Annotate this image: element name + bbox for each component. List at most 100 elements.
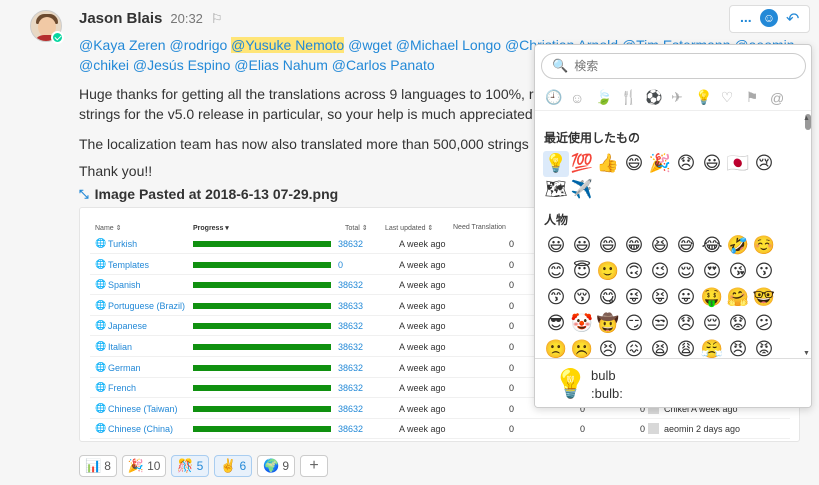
emoji-item[interactable]: 😊 (543, 259, 569, 285)
language-link[interactable]: Turkish (108, 239, 137, 249)
mention[interactable]: @rodrigo (169, 37, 227, 53)
emoji-item[interactable]: 😏 (621, 311, 647, 337)
reaction[interactable]: 🎉 10 (121, 455, 167, 477)
add-reaction-button[interactable]: + (300, 455, 329, 477)
emoji-item[interactable]: 🤑 (699, 285, 725, 311)
flag-icon[interactable]: ⚐ (211, 11, 223, 27)
scroll-down-icon[interactable]: ▼ (803, 350, 810, 357)
mention-highlighted[interactable]: @Yusuke Nemoto (231, 37, 345, 53)
mention[interactable]: @wget (348, 37, 392, 53)
attachment-title[interactable]: ⤡ Image Pasted at 2018-6-13 07-29.png (79, 186, 338, 202)
emoji-item[interactable]: 💯 (569, 151, 595, 177)
emoji-category-tab[interactable]: ⚽ (645, 89, 662, 106)
emoji-item[interactable]: ☺️ (751, 233, 777, 259)
reaction[interactable]: ✌ 6 (214, 455, 253, 477)
language-link[interactable]: Spanish (108, 280, 141, 290)
collapse-icon[interactable]: ⤡ (79, 187, 89, 202)
reaction[interactable]: 🌍 9 (257, 455, 296, 477)
more-actions-button[interactable]: ... (740, 9, 752, 25)
total-count[interactable]: 38632 (338, 383, 363, 393)
reply-icon[interactable]: ↶ (786, 9, 799, 29)
emoji-category-tab[interactable]: @ (770, 90, 784, 106)
emoji-item[interactable]: 😢 (751, 151, 777, 177)
emoji-item[interactable]: 😛 (673, 285, 699, 311)
emoji-item[interactable]: 😌 (673, 259, 699, 285)
emoji-item[interactable]: 😔 (699, 311, 725, 337)
language-link[interactable]: Italian (108, 342, 132, 352)
emoji-item[interactable]: 🤡 (569, 311, 595, 337)
mention[interactable]: @Elias Nahum (234, 57, 328, 73)
emoji-item[interactable]: 😚 (569, 285, 595, 311)
mention[interactable]: @Carlos Panato (332, 57, 435, 73)
reaction[interactable]: 🎊 5 (171, 455, 210, 477)
emoji-item[interactable]: 🗺 (543, 177, 569, 203)
scroll-up-icon[interactable]: ▲ (803, 115, 810, 122)
total-count[interactable]: 38632 (338, 404, 363, 414)
emoji-category-tab[interactable]: ⚑ (745, 89, 759, 106)
mention[interactable]: @Michael Longo (396, 37, 501, 53)
emoji-search[interactable]: 🔍 (541, 53, 806, 79)
emoji-item[interactable]: 😘 (725, 259, 751, 285)
emoji-item[interactable]: 😋 (595, 285, 621, 311)
emoji-item[interactable]: 😎 (543, 311, 569, 337)
emoji-item[interactable]: 😞 (673, 311, 699, 337)
total-count[interactable]: 38633 (338, 301, 363, 311)
total-count[interactable]: 38632 (338, 280, 363, 290)
emoji-item[interactable]: 😉 (647, 259, 673, 285)
mention[interactable]: @Jesús Espino (133, 57, 230, 73)
emoji-item[interactable]: 😇 (569, 259, 595, 285)
total-count[interactable]: 38632 (338, 239, 363, 249)
emoji-item[interactable]: 😗 (751, 259, 777, 285)
scrollbar[interactable] (803, 114, 811, 354)
mention[interactable]: @Kaya Zeren (79, 37, 166, 53)
emoji-item[interactable]: 😃 (699, 151, 725, 177)
total-count[interactable]: 38632 (338, 321, 363, 331)
emoji-category-tab[interactable]: 🕘 (545, 89, 562, 106)
emoji-reaction-icon[interactable]: ☺ (760, 9, 778, 27)
emoji-category-tab[interactable]: 🍃 (595, 89, 612, 106)
emoji-item[interactable]: 😕 (751, 311, 777, 337)
emoji-item[interactable]: 👍 (595, 151, 621, 177)
total-count[interactable]: 38632 (338, 342, 363, 352)
emoji-item[interactable]: 😃 (569, 233, 595, 259)
mention[interactable]: @chikei (79, 57, 129, 73)
emoji-search-input[interactable] (574, 59, 795, 73)
emoji-item[interactable]: 😙 (543, 285, 569, 311)
reaction[interactable]: 📊 8 (79, 455, 117, 477)
emoji-item[interactable]: 🎉 (647, 151, 673, 177)
language-link[interactable]: Templates (108, 260, 149, 270)
emoji-category-tab[interactable]: ✈ (670, 89, 684, 106)
total-count[interactable]: 0 (338, 260, 343, 270)
emoji-item[interactable]: 😄 (595, 233, 621, 259)
emoji-item[interactable]: 😝 (647, 285, 673, 311)
total-count[interactable]: 38632 (338, 363, 363, 373)
emoji-item[interactable]: 😃 (543, 233, 569, 259)
emoji-item[interactable]: 🇯🇵 (725, 151, 751, 177)
total-count[interactable]: 38632 (338, 424, 363, 434)
emoji-item[interactable]: 😅 (673, 233, 699, 259)
emoji-item[interactable]: 🤠 (595, 311, 621, 337)
emoji-category-tab[interactable]: ☺ (570, 90, 584, 106)
emoji-item[interactable]: 😂 (699, 233, 725, 259)
language-link[interactable]: Chinese (Taiwan) (108, 404, 178, 414)
language-link[interactable]: French (108, 383, 136, 393)
language-link[interactable]: Portuguese (Brazil) (108, 301, 185, 311)
emoji-item[interactable]: 😟 (725, 311, 751, 337)
emoji-item[interactable]: 🙂 (595, 259, 621, 285)
language-link[interactable]: German (108, 363, 141, 373)
emoji-item[interactable]: 😍 (699, 259, 725, 285)
emoji-category-tab[interactable]: ♡ (720, 89, 734, 106)
emoji-item[interactable]: 😆 (647, 233, 673, 259)
emoji-item[interactable]: 😁 (621, 233, 647, 259)
emoji-category-tab[interactable]: 🍴 (620, 89, 637, 106)
emoji-item[interactable]: 😜 (621, 285, 647, 311)
emoji-item[interactable]: 😒 (647, 311, 673, 337)
emoji-item[interactable]: 🤓 (751, 285, 777, 311)
emoji-item[interactable]: 🤗 (725, 285, 751, 311)
emoji-item[interactable]: 💡 (543, 151, 569, 177)
emoji-item[interactable]: 🤣 (725, 233, 751, 259)
emoji-item[interactable]: 😄 (621, 151, 647, 177)
emoji-item[interactable]: 😞 (673, 151, 699, 177)
language-link[interactable]: Chinese (China) (108, 424, 173, 434)
timestamp[interactable]: 20:32 (170, 11, 203, 26)
